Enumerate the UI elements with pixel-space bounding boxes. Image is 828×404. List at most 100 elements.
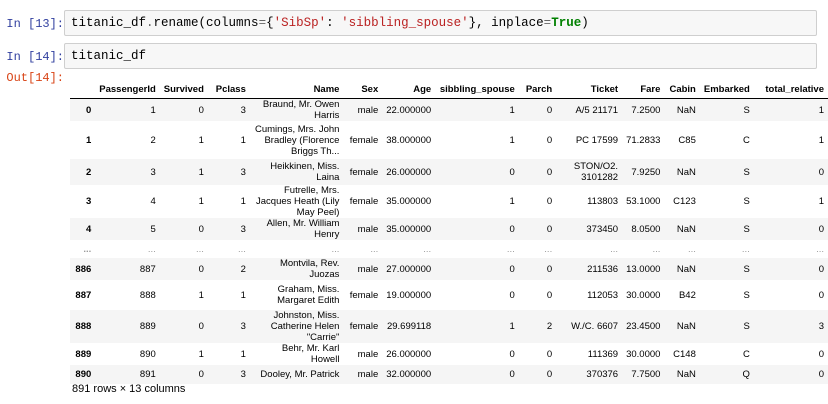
table-cell: Heikkinen, Miss. Laina [270,161,340,183]
code-token: }, inplace [468,16,544,30]
table-cell: NaN [676,166,696,178]
row-index: 888 [75,321,92,332]
table-cell: female [349,289,379,301]
column-header: Sex [343,80,383,99]
column-header: Pclass [207,80,250,99]
table-cell: 0 [509,166,515,178]
table-cell: ... [544,243,553,255]
table-cell: female [349,321,379,332]
table-cell: ... [423,243,432,255]
table-cell: 32.000000 [386,369,432,380]
row-index: 4 [85,223,92,235]
column-header: PassengerId [95,80,160,99]
table-cell: male [357,223,379,235]
code-token: rename(columns [153,16,259,30]
table-cell: 1 [240,196,246,207]
table-cell: 30.0000 [626,348,661,360]
table-cell: 0 [818,223,824,235]
table-cell: 7.2500 [631,104,661,116]
table-cell: 0 [546,134,553,146]
table-cell: 0 [546,263,553,275]
table-cell: 1 [198,348,204,360]
table-cell: 1 [198,289,204,301]
table-row: 887 888 1 1 Graham, Miss. Margaret Edith fema… [70,280,828,310]
table-cell: Braund, Mr. Owen Harris [262,99,340,121]
code-cell-13[interactable]: titanic_df.rename(columns={'SibSp': 'sib… [64,10,817,36]
table-cell: S [743,321,750,332]
table-row: 2 3 1 3 Heikkinen, Miss. Laina female 26.00000… [70,159,828,185]
table-row: 886 887 0 2 Montvila, Rev. Juozas male 27.0000… [70,258,828,280]
table-cell: 22.000000 [386,104,432,116]
table-cell: 112053 [587,289,619,301]
table-cell: 0 [509,369,515,380]
table-cell: 0 [198,223,204,235]
row-index: 886 [75,263,92,275]
row-index: 0 [85,104,92,116]
table-cell: 4 [150,196,156,207]
table-cell: male [357,348,379,360]
column-header: Fare [622,80,665,99]
code-token: = [258,16,267,30]
table-cell: ... [652,243,661,255]
table-cell: Dooley, Mr. Patrick [260,369,340,380]
table-cell: ... [331,243,340,255]
table-cell: 0 [818,369,824,380]
table-cell: 3 [240,166,246,178]
code-token: True [551,16,582,30]
code-cell-14[interactable]: titanic_df [64,43,817,69]
table-cell: 0 [546,348,553,360]
table-cell: 0 [546,104,553,116]
row-index: 887 [75,289,92,301]
column-header: sibbling_spouse [435,80,519,99]
table-cell: NaN [676,263,696,275]
table-cell: 26.000000 [386,348,432,360]
row-index: 2 [85,166,92,178]
table-cell: 1 [150,104,156,116]
table-cell: 53.1000 [626,196,661,207]
table-row: 890 891 0 3 Dooley, Mr. Patrick male 32.000000… [70,365,828,384]
table-cell: 0 [509,348,515,360]
table-cell: 1 [509,196,515,207]
dataframe-shape-footer: 891 rows × 13 columns [72,383,186,395]
table-cell: A/5 21171 [575,104,619,116]
input-prompt-13: In [13]: [6,17,64,31]
table-cell: 0 [546,369,553,380]
table-cell: 5 [150,223,156,235]
table-cell: NaN [676,321,696,332]
code-token: titanic_df [71,49,147,63]
code-token: ) [581,16,589,30]
table-row: ........................................… [70,240,828,258]
table-cell: C [742,134,750,146]
table-cell: 3 [240,321,246,332]
table-cell: 3 [818,321,824,332]
table-cell: 3 [240,104,246,116]
table-cell: 0 [546,289,553,301]
table-cell: female [349,166,379,178]
table-cell: B42 [678,289,696,301]
column-header: Embarked [699,80,754,99]
table-cell: Allen, Mr. William Henry [266,218,340,240]
table-cell: ... [237,243,246,255]
table-cell: 0 [198,369,204,380]
output-prompt-14: Out[14]: [6,71,64,85]
table-cell: 19.000000 [386,289,432,301]
table-cell: 7.7500 [631,369,661,380]
table-cell: 2 [150,134,156,146]
table-cell: male [357,104,379,116]
table-cell: 1 [198,134,204,146]
table-cell: Q [742,369,750,380]
table-cell: NaN [676,104,696,116]
code-token: { [266,16,274,30]
table-cell: 8.0500 [631,223,661,235]
table-cell: 0 [198,321,204,332]
table-cell: 1 [198,166,204,178]
table-cell: 2 [240,263,246,275]
table-cell: ... [370,243,379,255]
table-cell: 1 [818,104,824,116]
table-cell: female [349,196,379,207]
row-index: 3 [85,196,92,207]
table-cell: C85 [678,134,696,146]
table-cell: S [743,223,750,235]
table-cell: S [743,104,750,116]
row-index: 889 [75,348,92,360]
